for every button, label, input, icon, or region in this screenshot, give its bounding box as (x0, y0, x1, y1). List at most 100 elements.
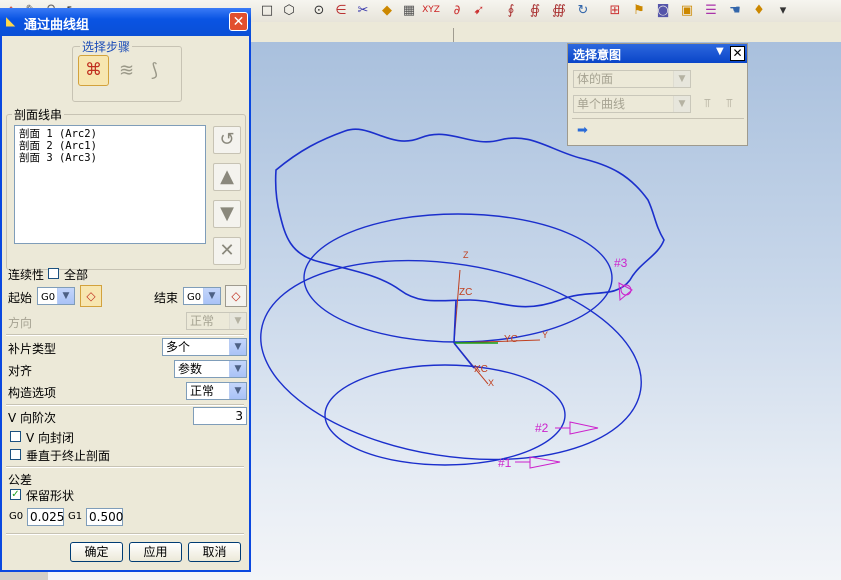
section-0-curve[interactable] (324, 364, 566, 466)
divider (6, 404, 244, 406)
sweep-icon[interactable]: ∮ (502, 2, 520, 19)
divider (6, 533, 244, 535)
through-curves-dialog: ◣ 通过曲线组 ✕ 选择步骤 ⌘ ≋ ⟆ 剖面线串 剖面 1 (Arc2) 剖面… (0, 8, 251, 572)
dialog-titlebar[interactable]: ◣ 通过曲线组 ✕ (0, 8, 251, 36)
direction-select[interactable]: 正常 ▼ (186, 312, 247, 330)
g1-input[interactable]: 0.500 (86, 508, 123, 526)
alignment-label: 对齐 (8, 364, 33, 378)
axis-zc-label: ZC (459, 287, 472, 298)
intent-titlebar[interactable]: 选择意图 ▼ ✕ (568, 44, 747, 63)
intent-menu-icon[interactable]: ▼ (716, 46, 724, 57)
intent-close-icon[interactable]: ✕ (730, 46, 745, 61)
fillet-icon[interactable]: ∈ (332, 2, 350, 19)
section-strings-label: 剖面线串 (12, 106, 65, 123)
zc-axis-line (453, 299, 457, 344)
face-rule-select[interactable]: 体的面 ▼ (573, 70, 691, 88)
start-face-button[interactable]: ◇ (80, 285, 102, 307)
curve-icon[interactable]: ∂ (448, 2, 466, 19)
dialog-close-button[interactable]: ✕ (229, 12, 248, 31)
list-item[interactable]: 剖面 1 (Arc2) (19, 128, 201, 140)
move-up-button[interactable]: ▲ (213, 163, 241, 191)
end-face-button[interactable]: ◇ (225, 285, 247, 307)
intent-title: 选择意图 (573, 48, 622, 62)
axis-x-label: X (488, 378, 494, 388)
v-closed-checkbox[interactable] (10, 431, 21, 442)
step-guide-icon[interactable]: ⟆ (151, 60, 158, 81)
steps-label: 选择步骤 (80, 38, 133, 55)
check-icon: ✓ (11, 489, 20, 500)
patch-type-label: 补片类型 (8, 342, 57, 356)
patch-type-select[interactable]: 多个 ▼ (162, 338, 247, 356)
face-select-icon: ◇ (86, 289, 96, 303)
section-3-curve[interactable] (274, 128, 665, 308)
hand-icon[interactable]: ☚ (726, 2, 744, 19)
step-section-button[interactable]: ⌘ (78, 55, 109, 86)
v-degree-input[interactable]: 3 (193, 407, 247, 425)
circle-icon[interactable]: ⊙ (310, 2, 328, 19)
section-2-curve[interactable] (303, 213, 613, 343)
flag-icon[interactable]: ⚑ (630, 2, 648, 19)
keep-shape-label: 保留形状 (26, 489, 75, 503)
lamp-icon[interactable]: ♦ (750, 2, 768, 19)
sphere-icon[interactable]: ◆ (378, 2, 396, 19)
box-icon[interactable]: ▣ (678, 2, 696, 19)
xyz-icon[interactable]: XYZ (422, 2, 440, 19)
end-continuity-select[interactable]: G0 ▼ (183, 287, 221, 305)
apply-button[interactable]: 应用 (129, 542, 182, 562)
expand-arrow-icon[interactable]: ➡ (577, 123, 588, 138)
v-degree-label: V 向阶次 (8, 411, 57, 425)
step-spine-icon[interactable]: ≋ (119, 60, 134, 81)
remove-button[interactable]: ✕ (213, 237, 241, 265)
continuity-label: 连续性 (8, 268, 45, 282)
direction-value: 正常 (190, 314, 215, 328)
move-down-button[interactable]: ▼ (213, 200, 241, 228)
remove-x-icon: ✕ (219, 240, 235, 261)
list-item[interactable]: 剖面 3 (Arc3) (19, 152, 201, 164)
cancel-button[interactable]: 取消 (188, 542, 241, 562)
all-checkbox[interactable] (48, 268, 59, 279)
hexagon-icon[interactable]: ⬡ (280, 2, 298, 19)
reverse-direction-button[interactable]: ↺ (213, 126, 241, 154)
g0-input[interactable]: 0.025 (27, 508, 64, 526)
list-item[interactable]: 剖面 2 (Arc1) (19, 140, 201, 152)
face-rule-value: 体的面 (577, 72, 614, 86)
perpendicular-checkbox[interactable] (10, 449, 21, 460)
divider (6, 466, 244, 468)
rotate-icon[interactable]: ↻ (574, 2, 592, 19)
start-label: 起始 (8, 291, 33, 305)
start-value: G0 (41, 292, 56, 303)
more-icon[interactable]: ▾ (774, 2, 792, 19)
construct-select[interactable]: 正常 ▼ (186, 382, 247, 400)
alignment-select[interactable]: 参数 ▼ (174, 360, 247, 378)
layers-icon[interactable]: ☰ (702, 2, 720, 19)
mesh-icon[interactable]: ⊞ (606, 2, 624, 19)
rectangle-icon[interactable]: □ (258, 2, 276, 19)
camera-icon[interactable]: ◙ (654, 2, 672, 19)
g0-label: G0 (9, 511, 24, 522)
keep-shape-checkbox[interactable]: ✓ (10, 489, 21, 500)
axis-yc-label: YC (504, 334, 518, 345)
stop-intersection-icon[interactable]: ⫪ (726, 96, 733, 111)
section-strings-icon: ⌘ (85, 60, 102, 80)
toolbar-divider (453, 28, 454, 42)
section-1-curve[interactable] (246, 235, 655, 485)
reverse-icon: ↺ (219, 129, 235, 150)
sweep3-icon[interactable]: ∰ (550, 2, 568, 19)
curve-rule-select[interactable]: 单个曲线 ▼ (573, 95, 691, 113)
intent-divider (572, 118, 744, 119)
sweep2-icon[interactable]: ∯ (526, 2, 544, 19)
intersection-icon[interactable]: ⫪ (704, 96, 711, 111)
chevron-down-icon: ▼ (229, 361, 246, 377)
section-list[interactable]: 剖面 1 (Arc2) 剖面 2 (Arc1) 剖面 3 (Arc3) (14, 125, 206, 244)
start-continuity-select[interactable]: G0 ▼ (37, 287, 75, 305)
v-closed-label: V 向封闭 (26, 431, 75, 445)
end-value: G0 (187, 292, 202, 303)
block-icon[interactable]: ▦ (400, 2, 418, 19)
perpendicular-label: 垂直于终止剖面 (26, 449, 111, 463)
ok-button[interactable]: 确定 (70, 542, 123, 562)
chevron-down-icon: ▼ (673, 96, 690, 112)
arrow-icon[interactable]: ➹ (470, 2, 488, 19)
trim-icon[interactable]: ✂ (354, 2, 372, 19)
sec2-label: #2 (535, 421, 549, 435)
face-select-icon: ◇ (231, 289, 241, 303)
